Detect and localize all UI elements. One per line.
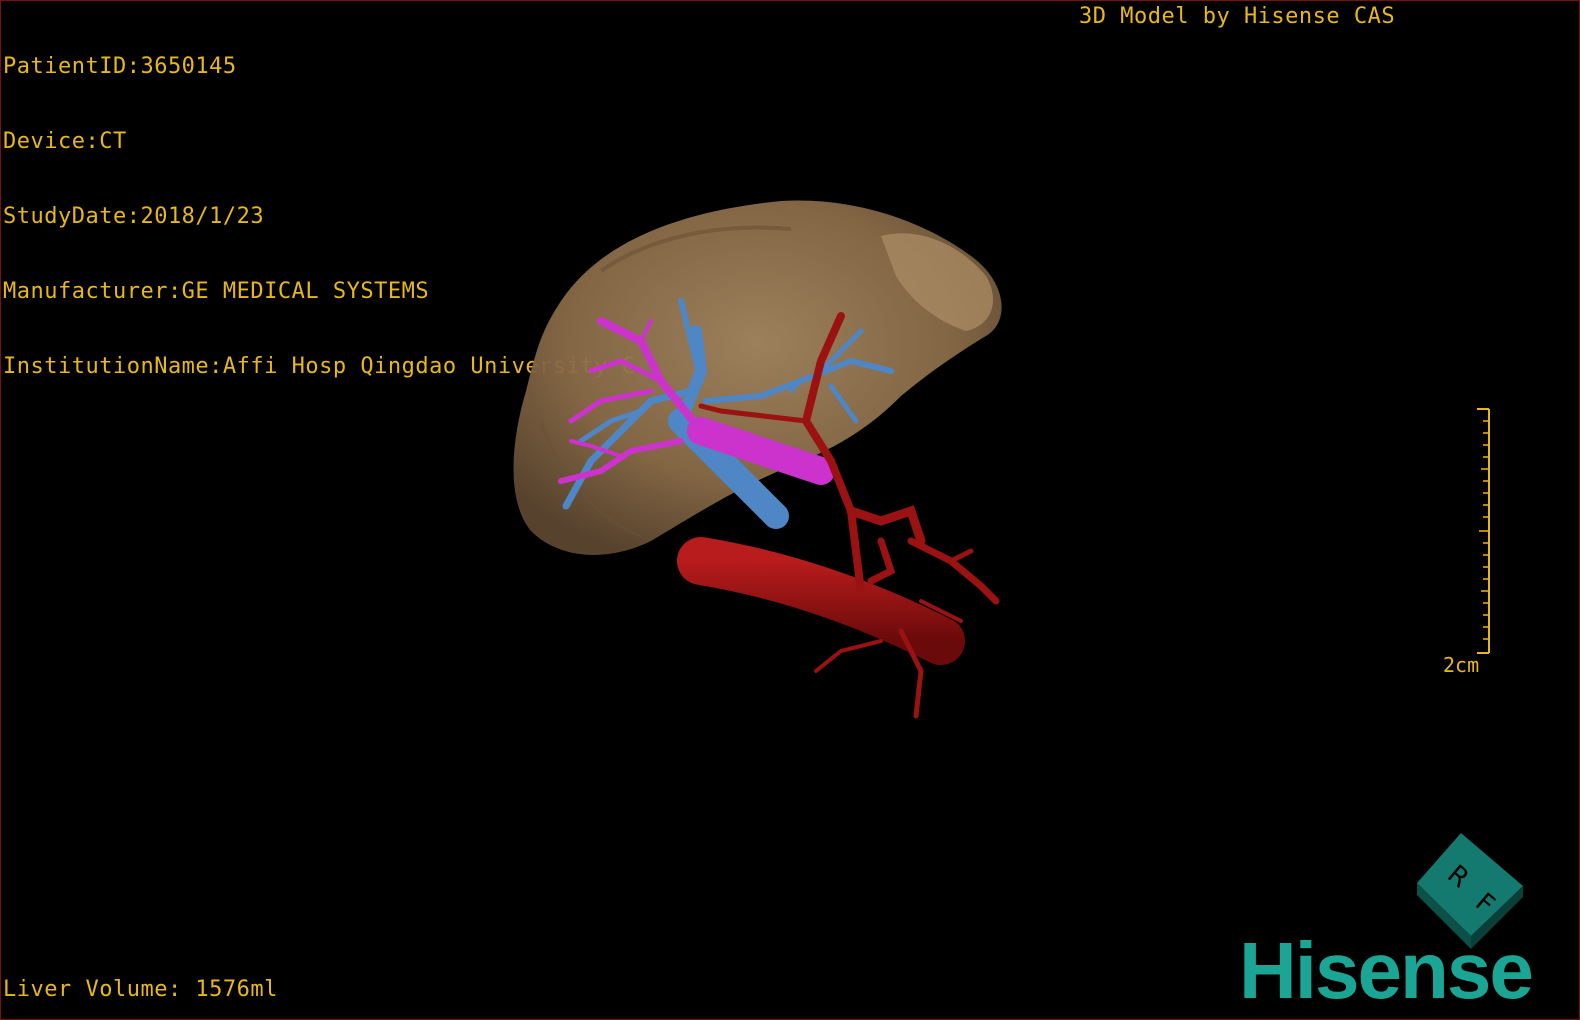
scale-label: 2cm: [1443, 653, 1480, 677]
scale-bar: [1477, 408, 1490, 654]
liver-3d-model[interactable]: [1, 1, 1579, 1019]
hisense-logo: Hisense: [1239, 926, 1534, 1015]
3d-render-viewport[interactable]: PatientID:3650145 Device:CT StudyDate:20…: [0, 0, 1580, 1020]
